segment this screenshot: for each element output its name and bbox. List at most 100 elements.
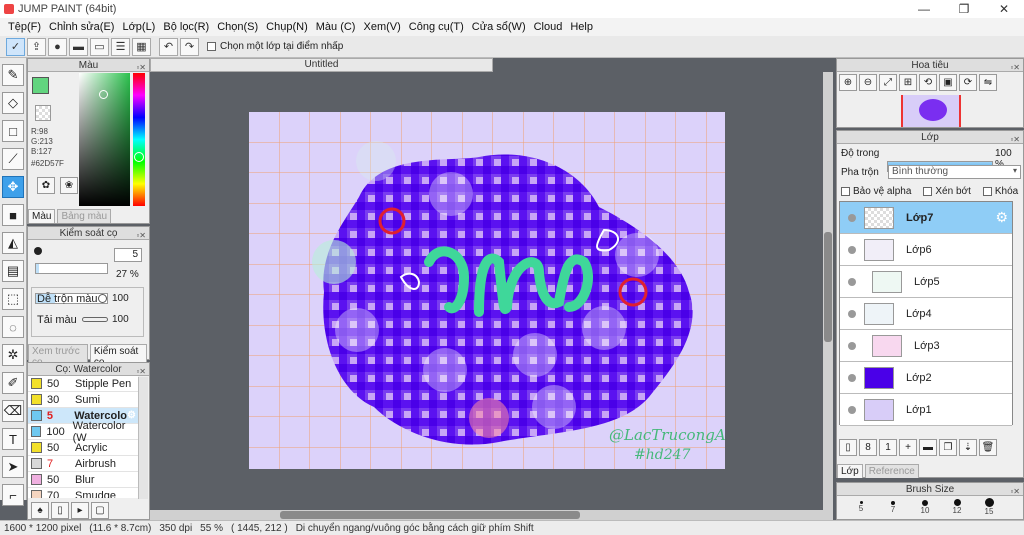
- layer-row[interactable]: Lớp1: [840, 394, 1012, 426]
- menu-filter[interactable]: Bộ lọc(R): [159, 21, 213, 33]
- menu-view[interactable]: Xem(V): [359, 21, 404, 33]
- delete-layer-icon[interactable]: 🗑: [979, 439, 997, 456]
- menu-help[interactable]: Help: [566, 21, 597, 33]
- brush-list-item[interactable]: 70 Smudge: [28, 488, 138, 498]
- panel-float-icon[interactable]: ▫✕: [1010, 61, 1020, 74]
- comment-icon[interactable]: ●: [48, 37, 67, 56]
- menu-select[interactable]: Chọn(S): [213, 21, 262, 33]
- menu-file[interactable]: Tệp(F): [4, 21, 45, 33]
- brush-list-item[interactable]: 7 Airbrush: [28, 456, 138, 472]
- text-tool-icon[interactable]: T: [2, 428, 24, 450]
- brush-size-preset[interactable]: 15: [973, 496, 1005, 518]
- protect-alpha-option[interactable]: Bảo vệ alpha: [841, 186, 911, 197]
- layer-row[interactable]: Lớp7 ⚙: [840, 202, 1012, 234]
- cloud-icon[interactable]: ✓: [6, 37, 25, 56]
- tab-palette[interactable]: Bảng màu: [57, 209, 112, 223]
- load-slider[interactable]: [82, 317, 108, 322]
- brush-size-preset[interactable]: 12: [941, 496, 973, 518]
- reset-rotate-icon[interactable]: ▣: [939, 74, 957, 91]
- minimize-button[interactable]: —: [904, 0, 944, 18]
- list-icon[interactable]: ☰: [111, 37, 130, 56]
- share-icon[interactable]: ⇪: [27, 37, 46, 56]
- brush-size-preset[interactable]: 10: [909, 496, 941, 518]
- visibility-icon[interactable]: [848, 405, 856, 414]
- eraser-tool-icon[interactable]: ◇: [2, 92, 24, 114]
- select-layer-option[interactable]: Chọn một lớp tại điểm nhấp: [207, 41, 343, 52]
- layer-row[interactable]: Lớp3: [840, 330, 1012, 362]
- select-tool-icon[interactable]: ⬚: [2, 288, 24, 310]
- brush-list-item[interactable]: 50 Blur: [28, 472, 138, 488]
- select-pen-icon[interactable]: ✐: [2, 372, 24, 394]
- menu-layer[interactable]: Lớp(L): [118, 21, 159, 33]
- zoom-out-icon[interactable]: ⊖: [859, 74, 877, 91]
- brush-list-item[interactable]: 100 Watercolor (W: [28, 420, 138, 444]
- move-tool-icon[interactable]: ✥: [2, 176, 24, 198]
- layer-row[interactable]: Lớp5: [840, 266, 1012, 298]
- document-tab[interactable]: Untitled: [150, 58, 493, 72]
- brush-list-item[interactable]: 50 Stipple Pen: [28, 376, 138, 392]
- menu-window[interactable]: Cửa sổ(W): [468, 21, 530, 33]
- new-1bit-layer-icon[interactable]: 1: [879, 439, 897, 456]
- tab-reference[interactable]: Reference: [864, 464, 919, 478]
- horizontal-scrollbar[interactable]: [150, 510, 823, 520]
- layer-settings-icon[interactable]: ⚙: [995, 209, 1008, 226]
- brush-list-scrollbar[interactable]: [138, 377, 148, 499]
- undo-icon[interactable]: ↶: [159, 37, 178, 56]
- operation-tool-icon[interactable]: ➤: [2, 456, 24, 478]
- menu-cloud[interactable]: Cloud: [530, 21, 567, 33]
- fill-rect-tool-icon[interactable]: ■: [2, 204, 24, 226]
- merge-layer-icon[interactable]: ⇣: [959, 439, 977, 456]
- new-8bit-layer-icon[interactable]: 8: [859, 439, 877, 456]
- hue-slider[interactable]: [133, 73, 145, 206]
- menu-color[interactable]: Màu (C): [312, 21, 360, 33]
- panel-float-icon[interactable]: ▫✕: [1010, 485, 1020, 498]
- fit-icon[interactable]: ⤢: [879, 74, 897, 91]
- gradient-tool-icon[interactable]: ▤: [2, 260, 24, 282]
- zoom-in-icon[interactable]: ⊕: [839, 74, 857, 91]
- visibility-icon[interactable]: [848, 245, 856, 254]
- visibility-icon[interactable]: [848, 309, 856, 318]
- clip-option[interactable]: Xén bớt: [923, 186, 971, 197]
- rotate-right-icon[interactable]: ⟳: [959, 74, 977, 91]
- layer-row[interactable]: Lớp2: [840, 362, 1012, 394]
- select-layer-checkbox[interactable]: [207, 42, 216, 51]
- transparent-swatch[interactable]: [35, 105, 51, 121]
- main-color-swatch[interactable]: [32, 77, 49, 94]
- select-eraser-icon[interactable]: ⌫: [2, 400, 24, 422]
- menu-tools[interactable]: Công cụ(T): [405, 21, 468, 33]
- brush-size-preset[interactable]: 5: [845, 496, 877, 518]
- lasso-tool-icon[interactable]: ◌: [2, 316, 24, 338]
- panel-float-icon[interactable]: ▫✕: [1010, 133, 1020, 146]
- size-slider[interactable]: [35, 263, 108, 274]
- panel-float-icon[interactable]: ▫✕: [136, 229, 146, 242]
- brush-tool-icon[interactable]: ✎: [2, 64, 24, 86]
- saturation-value-picker[interactable]: [79, 73, 130, 206]
- lock-option[interactable]: Khóa: [982, 186, 1018, 197]
- bucket-tool-icon[interactable]: ◭: [2, 232, 24, 254]
- zoom-100-icon[interactable]: ⊞: [899, 74, 917, 91]
- message-icon[interactable]: ▬: [69, 37, 88, 56]
- menu-edit[interactable]: Chỉnh sửa(E): [45, 21, 118, 33]
- visibility-icon[interactable]: [848, 213, 856, 222]
- new-layer-menu-icon[interactable]: +: [899, 439, 917, 456]
- tab-color[interactable]: Màu: [28, 209, 56, 223]
- vertical-scrollbar[interactable]: [823, 72, 833, 520]
- line-tool-icon[interactable]: ⟋: [2, 148, 24, 170]
- rect-select-tool-icon[interactable]: □: [2, 120, 24, 142]
- rotate-left-icon[interactable]: ⟲: [919, 74, 937, 91]
- layer-row[interactable]: Lớp6: [840, 234, 1012, 266]
- brush-preset-icon[interactable]: ♠: [31, 502, 49, 519]
- maximize-button[interactable]: ❐: [944, 0, 984, 18]
- blend-mode-select[interactable]: Bình thường ▾: [888, 165, 1021, 179]
- navigator-preview[interactable]: [901, 95, 961, 127]
- new-brush-icon[interactable]: ▯: [51, 502, 69, 519]
- visibility-icon[interactable]: [848, 373, 856, 382]
- magic-wand-icon[interactable]: ✲: [2, 344, 24, 366]
- new-layer-icon[interactable]: ▯: [839, 439, 857, 456]
- mix-radio[interactable]: [98, 294, 107, 303]
- page-icon[interactable]: ▭: [90, 37, 109, 56]
- close-button[interactable]: ✕: [984, 0, 1024, 18]
- flip-icon[interactable]: ⇋: [979, 74, 997, 91]
- duplicate-layer-icon[interactable]: ❐: [939, 439, 957, 456]
- brush-list-item[interactable]: 30 Sumi: [28, 392, 138, 408]
